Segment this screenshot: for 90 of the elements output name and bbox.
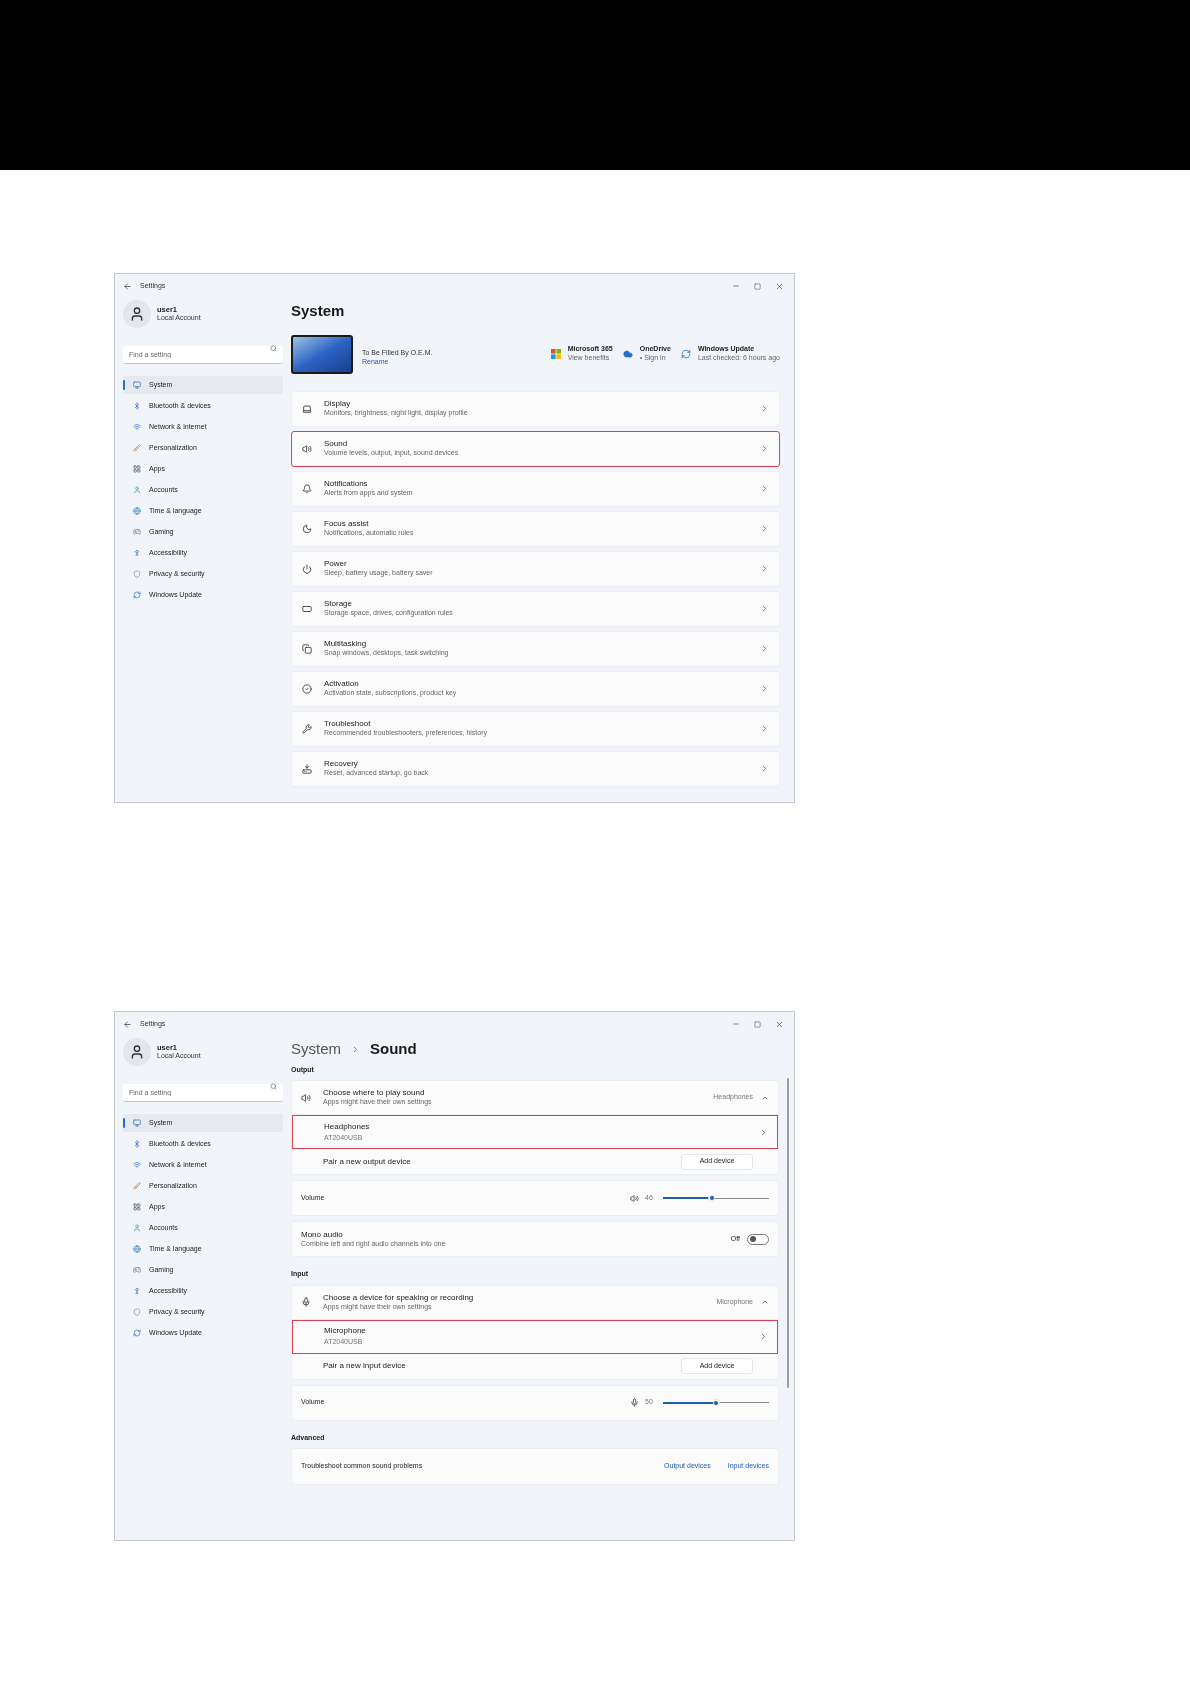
close-icon[interactable] (775, 1019, 784, 1029)
volume-slider[interactable] (663, 1399, 769, 1406)
person-icon (133, 486, 141, 494)
bluetooth-icon (133, 402, 141, 410)
apps-grid-icon (133, 1203, 141, 1211)
row-title: Choose where to play sound (323, 1088, 426, 1099)
speaker-icon (301, 1092, 311, 1103)
row-title: Power (324, 559, 348, 570)
row-title: Notifications (324, 479, 369, 490)
chevron-up-icon (761, 1298, 769, 1306)
row-title: Storage (324, 599, 354, 610)
check-circle-icon (302, 683, 312, 694)
slider-thumb[interactable] (708, 1194, 716, 1202)
wrench-icon (302, 723, 312, 734)
device-name: Microphone (324, 1326, 366, 1338)
speaker-icon (630, 1193, 639, 1203)
apps-grid-icon (133, 465, 141, 473)
row-title: Choose a device for speaking or recording (323, 1292, 474, 1303)
page-title: System (291, 301, 346, 321)
power-icon (302, 563, 312, 574)
volume-slider[interactable] (663, 1194, 769, 1202)
row-title: Mono audio (301, 1229, 344, 1240)
pair-device-label: Pair a new output device (323, 1155, 411, 1168)
device-name: Headphones (324, 1121, 370, 1133)
globe-icon (133, 1245, 141, 1253)
update-icon (133, 591, 141, 599)
back-arrow-icon[interactable] (123, 281, 132, 291)
gamepad-icon (133, 528, 141, 536)
close-icon[interactable] (775, 281, 784, 291)
avatar-icon (123, 300, 151, 328)
chevron-right-icon (760, 484, 769, 493)
drive-restore-icon (302, 763, 312, 774)
person-icon (133, 1224, 141, 1232)
monitor-icon (133, 381, 141, 389)
chevron-right-icon (759, 1127, 768, 1137)
search-icon (270, 345, 277, 352)
maximize-icon[interactable] (754, 1020, 761, 1028)
chevron-right-icon (759, 1332, 768, 1341)
storage-bar-icon (302, 603, 312, 614)
microphone-icon (301, 1297, 311, 1307)
row-title: Troubleshoot (324, 719, 372, 730)
wallpaper-thumbnail (291, 334, 353, 374)
chevron-right-icon (760, 524, 769, 533)
row-title: Activation (324, 679, 360, 690)
toggle-switch[interactable] (747, 1233, 769, 1245)
maximize-icon[interactable] (754, 282, 761, 290)
laptop-icon (302, 403, 312, 414)
back-arrow-icon[interactable] (123, 1019, 132, 1029)
bluetooth-icon (133, 1140, 141, 1148)
shield-icon (133, 1308, 141, 1316)
breadcrumb-item: Sound (370, 1039, 417, 1059)
row-title: Multitasking (324, 639, 368, 650)
windows-stack-icon (302, 643, 312, 654)
brush-icon (133, 1182, 141, 1190)
chevron-right-icon (760, 604, 769, 613)
accessibility-icon (133, 1287, 141, 1295)
globe-icon (133, 507, 141, 515)
breadcrumb-item[interactable]: System (291, 1038, 341, 1061)
breadcrumb-chevron-icon (351, 1044, 360, 1054)
chevron-right-icon (760, 404, 769, 413)
gamepad-icon (133, 1266, 141, 1274)
chevron-right-icon (760, 724, 769, 733)
chevron-right-icon (760, 564, 769, 573)
avatar-icon (123, 1038, 151, 1066)
shield-icon (133, 570, 141, 578)
row-title: Focus assist (324, 519, 370, 530)
row-title: Sound (324, 439, 349, 450)
monitor-icon (133, 1119, 141, 1127)
scrollbar-thumb[interactable] (787, 1078, 789, 1388)
microphone-icon (630, 1398, 639, 1407)
search-icon (270, 1083, 277, 1090)
row-title: Display (324, 399, 352, 410)
slider-thumb[interactable] (712, 1399, 720, 1406)
bell-icon (302, 483, 312, 494)
four-squares-logo-icon (550, 349, 561, 359)
chevron-right-icon (760, 684, 769, 693)
chevron-right-icon (760, 764, 769, 773)
wifi-icon (133, 423, 141, 431)
chevron-right-icon (760, 444, 769, 453)
speaker-icon (302, 443, 312, 454)
update-icon (680, 349, 691, 359)
wifi-icon (133, 1161, 141, 1169)
accessibility-icon (133, 549, 141, 557)
update-icon (133, 1329, 141, 1337)
chevron-right-icon (760, 644, 769, 653)
brush-icon (133, 444, 141, 452)
moon-icon (302, 523, 312, 534)
pair-device-label: Pair a new input device (323, 1360, 406, 1372)
row-title: Recovery (324, 759, 359, 770)
cloud-icon (622, 349, 633, 359)
